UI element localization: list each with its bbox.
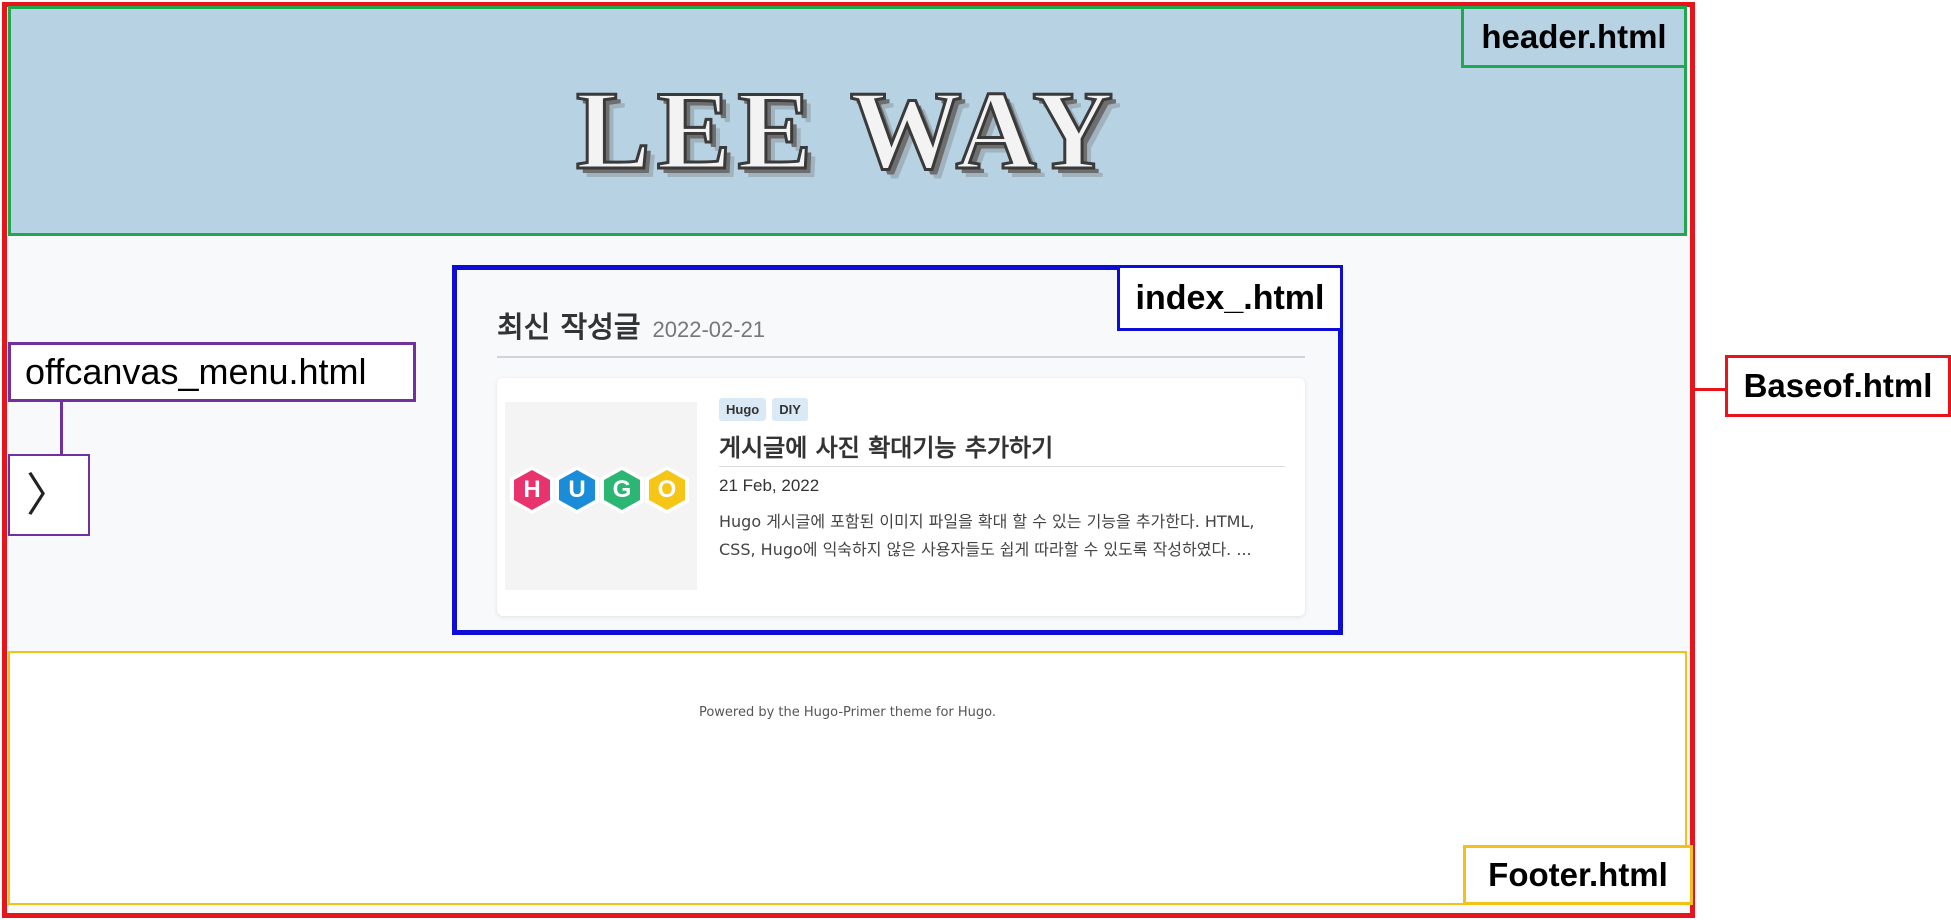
post-summary: Hugo 게시글에 포함된 이미지 파일을 확대 할 수 있는 기능을 추가한다…	[719, 512, 1255, 559]
baseof-connector	[1695, 388, 1725, 391]
offcanvas-menu-toggle-button[interactable]: 〉	[8, 454, 90, 536]
section-title: 최신 작성글	[497, 310, 641, 344]
hugo-logo-letter: G	[604, 470, 640, 510]
post-title-link[interactable]: 게시글에 사진 확대기능 추가하기	[719, 428, 1053, 463]
tag-badge[interactable]: DIY	[772, 398, 808, 421]
post-thumbnail[interactable]: H U G O	[505, 402, 697, 590]
index-region: 최신 작성글 2022-02-21 H U G O Hugo DIY 게시글에 …	[452, 265, 1343, 635]
header-label: header.html	[1461, 6, 1687, 68]
post-divider	[719, 466, 1285, 467]
offcanvas-connector	[60, 402, 63, 454]
post-date: 21 Feb, 2022	[719, 476, 820, 495]
hugo-logo-hex: G	[600, 466, 644, 514]
section-heading: 최신 작성글 2022-02-21	[497, 304, 765, 346]
baseof-label-text: Baseof.html	[1743, 367, 1933, 404]
footer-credit: Powered by the Hugo-Primer theme for Hug…	[698, 705, 997, 720]
index-label-text: index_.html	[1135, 278, 1325, 317]
baseof-label: Baseof.html	[1725, 355, 1951, 417]
hugo-logo-hex: H	[510, 466, 554, 514]
footer-label: Footer.html	[1463, 845, 1693, 905]
section-date: 2022-02-21	[652, 317, 766, 342]
hugo-logo-letter: H	[514, 470, 550, 510]
tag-badge[interactable]: Hugo	[719, 398, 767, 421]
chevron-right-icon: 〉	[26, 468, 72, 522]
section-divider	[497, 356, 1305, 358]
footer-region: Powered by the Hugo-Primer theme for Hug…	[8, 651, 1693, 905]
header-region: LEE WAY header.html	[8, 6, 1687, 236]
index-label: index_.html	[1117, 265, 1343, 331]
tag-list: Hugo DIY	[719, 398, 808, 421]
post-card[interactable]: H U G O Hugo DIY 게시글에 사진 확대기능 추가하기 21 Fe…	[497, 378, 1305, 616]
hugo-logo-letter: U	[559, 470, 595, 510]
offcanvas-label-text: offcanvas_menu.html	[25, 351, 367, 392]
offcanvas-label: offcanvas_menu.html	[8, 342, 416, 402]
header-label-text: header.html	[1481, 18, 1667, 55]
hugo-logo-letter: O	[649, 470, 685, 510]
footer-label-text: Footer.html	[1488, 856, 1668, 893]
hugo-logo-hex: U	[555, 466, 599, 514]
site-title[interactable]: LEE WAY	[11, 67, 1684, 196]
hugo-logo-hex: O	[645, 466, 689, 514]
